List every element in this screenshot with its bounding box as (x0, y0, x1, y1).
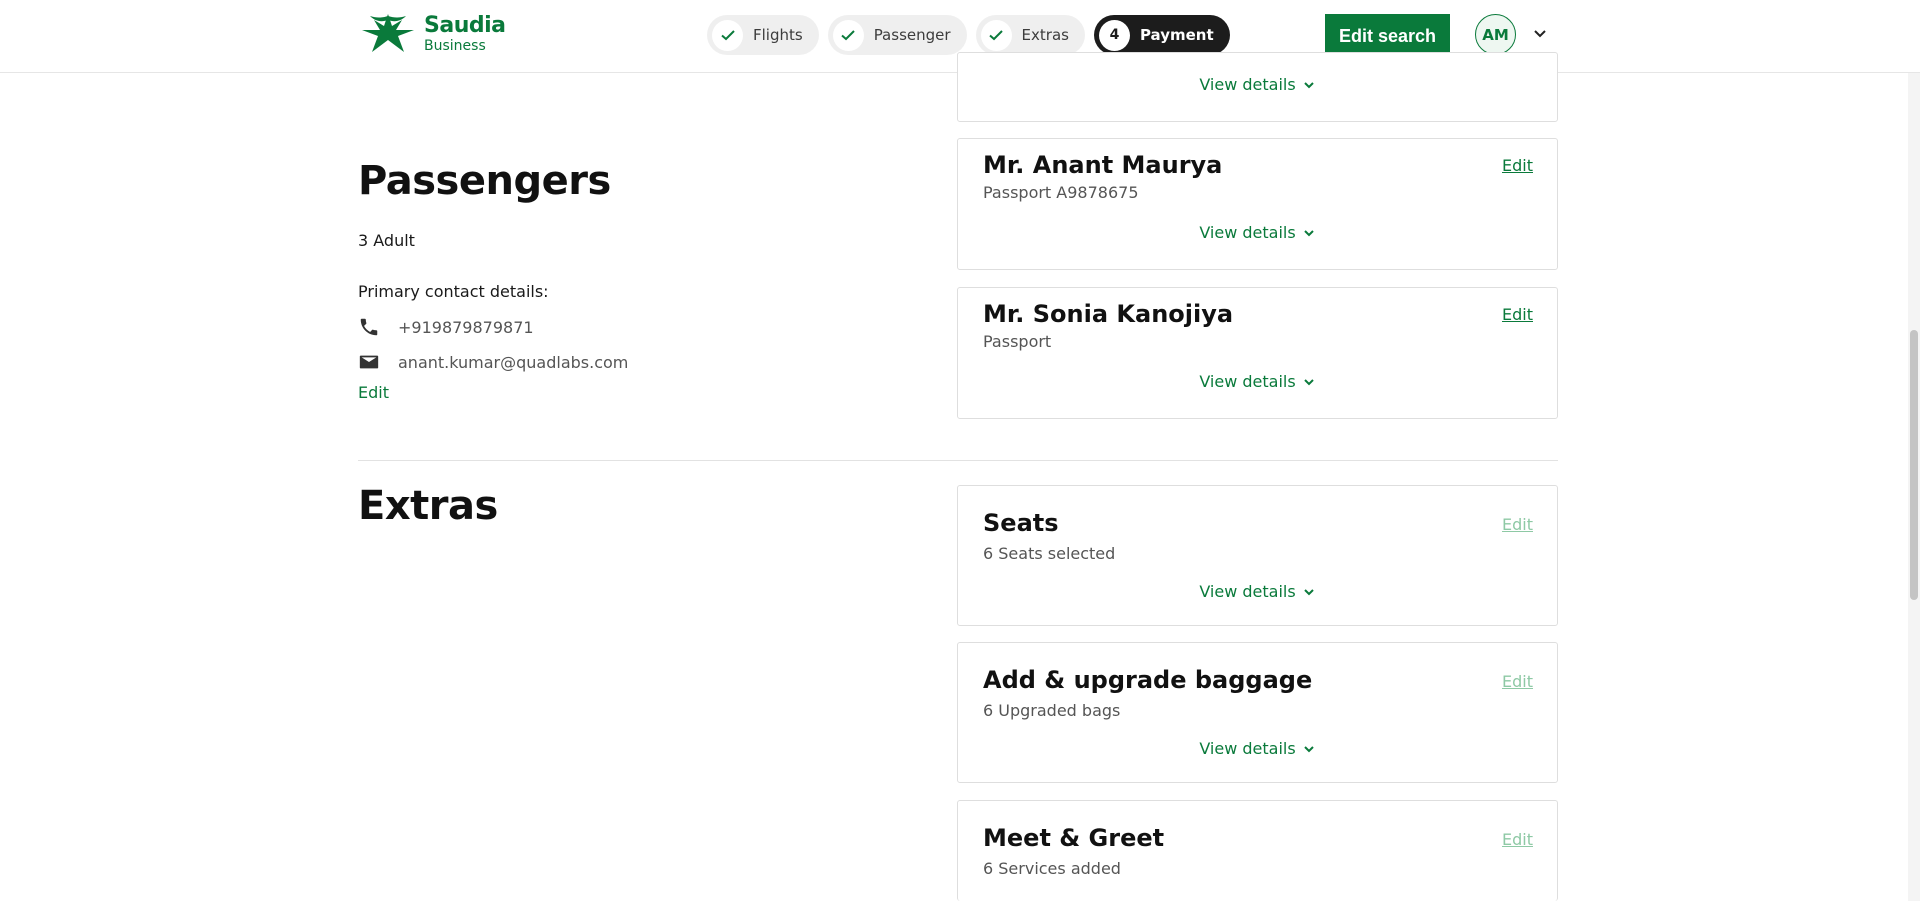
view-details-toggle[interactable]: View details (958, 739, 1557, 758)
passengers-title: Passengers (358, 158, 611, 204)
contact-phone-row: +919879879871 (358, 316, 534, 338)
edit-baggage-link[interactable]: Edit (1502, 672, 1533, 691)
view-details-toggle[interactable]: View details (958, 75, 1557, 94)
step-label: Extras (1021, 26, 1069, 44)
extras-card-title: Meet & Greet (983, 824, 1165, 852)
chevron-down-icon[interactable] (1530, 24, 1550, 44)
chevron-down-icon (1303, 588, 1314, 595)
step-passenger[interactable]: Passenger (827, 15, 967, 55)
edit-contact-link[interactable]: Edit (358, 383, 389, 402)
contact-heading: Primary contact details: (358, 282, 549, 301)
contact-email: anant.kumar@quadlabs.com (398, 352, 629, 372)
edit-passenger-link[interactable]: Edit (1502, 156, 1533, 175)
avatar[interactable]: AM (1475, 14, 1516, 55)
view-details-toggle[interactable]: View details (958, 372, 1557, 391)
extras-card-seats: Seats 6 Seats selected Edit View details (957, 485, 1558, 626)
view-details-label: View details (1199, 223, 1296, 242)
saudia-logo[interactable]: Saudia Business (358, 12, 506, 56)
passenger-name: Mr. Sonia Kanojiya (983, 300, 1234, 328)
passenger-document: Passport (983, 332, 1052, 351)
view-details-label: View details (1199, 582, 1296, 601)
scrollbar-thumb[interactable] (1910, 330, 1918, 600)
booking-steps: Flights Passenger Extras 4 Payment (707, 15, 1230, 55)
check-icon (980, 19, 1012, 51)
mail-icon (359, 355, 379, 369)
chevron-down-icon (1303, 81, 1314, 88)
passenger-card: Mr. Anant Maurya Passport A9878675 Edit … (957, 138, 1558, 270)
chevron-down-icon (1303, 229, 1314, 236)
check-icon (832, 19, 864, 51)
step-label: Passenger (873, 26, 951, 44)
step-extras[interactable]: Extras (975, 15, 1085, 55)
extras-card-baggage: Add & upgrade baggage 6 Upgraded bags Ed… (957, 642, 1558, 783)
check-icon (712, 19, 743, 51)
saudia-palm-logo-icon (362, 14, 414, 52)
step-label: Payment (1139, 26, 1214, 44)
edit-meet-greet-link[interactable]: Edit (1502, 830, 1533, 849)
chevron-down-icon (1303, 378, 1314, 385)
view-details-label: View details (1199, 739, 1296, 758)
view-details-label: View details (1199, 372, 1296, 391)
phone-icon (360, 318, 378, 336)
passenger-count: 3 Adult (358, 231, 415, 250)
logo-wordmark: Saudia (424, 13, 506, 38)
extras-card-summary: 6 Seats selected (983, 544, 1116, 563)
logo-subtitle: Business (424, 38, 486, 54)
extras-card-title: Seats (983, 509, 1059, 537)
passenger-name: Mr. Anant Maurya (983, 151, 1223, 179)
contact-phone: +919879879871 (398, 317, 534, 337)
step-label: Flights (753, 26, 803, 44)
extras-card-title: Add & upgrade baggage (983, 666, 1313, 694)
extras-title: Extras (358, 483, 498, 529)
step-number: 4 (1098, 19, 1130, 51)
step-payment[interactable]: 4 Payment (1093, 15, 1230, 55)
passenger-card: Mr. Sonia Kanojiya Passport Edit View de… (957, 287, 1558, 419)
edit-passenger-link[interactable]: Edit (1502, 305, 1533, 324)
passenger-document: Passport A9878675 (983, 183, 1139, 202)
extras-card-summary: 6 Upgraded bags (983, 701, 1121, 720)
extras-card-meet-greet: Meet & Greet 6 Services added Edit (957, 800, 1558, 901)
contact-email-row: anant.kumar@quadlabs.com (358, 351, 628, 373)
view-details-label: View details (1199, 75, 1296, 94)
chevron-down-icon (1303, 745, 1314, 752)
view-details-toggle[interactable]: View details (958, 582, 1557, 601)
edit-seats-link[interactable]: Edit (1502, 515, 1533, 534)
step-flights[interactable]: Flights (707, 15, 819, 55)
extras-card-summary: 6 Services added (983, 859, 1121, 878)
section-divider (358, 460, 1558, 461)
view-details-toggle[interactable]: View details (958, 223, 1557, 242)
passenger-card: View details (957, 52, 1558, 122)
